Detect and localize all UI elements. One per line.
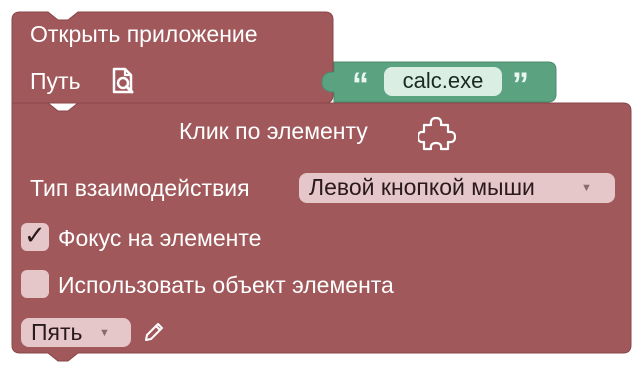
- checkmark-icon: ✓: [24, 220, 46, 250]
- open-quote: “: [352, 66, 369, 104]
- pencil-icon[interactable]: [142, 320, 166, 344]
- interaction-type-dropdown[interactable]: Левой кнопкой мыши ▼: [299, 173, 615, 203]
- variable-dropdown[interactable]: Пять ▼: [21, 318, 131, 347]
- close-quote: ”: [512, 66, 529, 104]
- use-object-label: Использовать объект элемента: [58, 272, 394, 298]
- click-block-title: Клик по элементу: [179, 118, 368, 144]
- interaction-type-label: Тип взаимодействия: [30, 175, 250, 201]
- chevron-down-icon: ▼: [99, 327, 110, 339]
- interaction-type-value: Левой кнопкой мыши: [309, 174, 535, 200]
- path-label: Путь: [30, 68, 81, 94]
- file-search-icon[interactable]: [108, 66, 138, 96]
- use-object-checkbox[interactable]: [21, 270, 49, 298]
- variable-value: Пять: [31, 319, 83, 345]
- text-value-field[interactable]: calc.exe: [384, 67, 502, 96]
- focus-label: Фокус на элементе: [58, 225, 262, 251]
- open-app-title: Открыть приложение: [30, 21, 258, 47]
- puzzle-icon: [418, 116, 456, 151]
- chevron-down-icon: ▼: [581, 182, 592, 194]
- focus-checkbox[interactable]: ✓: [21, 220, 49, 251]
